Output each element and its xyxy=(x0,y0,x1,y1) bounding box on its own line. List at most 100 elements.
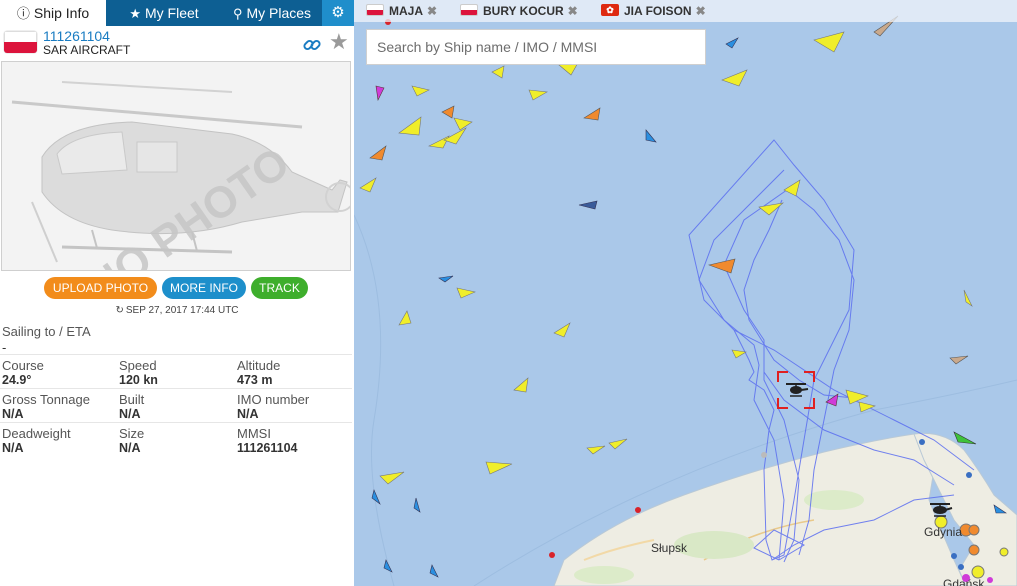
vessel-marker[interactable] xyxy=(963,289,973,307)
vessel-marker[interactable] xyxy=(731,349,747,359)
settings-button[interactable]: ⚙ xyxy=(322,0,354,26)
vessel-marker[interactable] xyxy=(443,127,467,145)
more-info-button[interactable]: MORE INFO xyxy=(162,277,246,299)
vessel-id[interactable]: 111261104 xyxy=(43,28,110,44)
vessel-marker[interactable] xyxy=(813,31,845,53)
vessel-marker[interactable] xyxy=(453,117,473,131)
course-cell: Course 24.9° xyxy=(2,358,44,387)
panel-tabs: ⓘ Ship Info ★ My Fleet ⚲ My Places ⚙ xyxy=(0,0,354,26)
map-marker-icon: ⚲ xyxy=(232,6,243,21)
pinned-vessel-name: BURY KOCUR xyxy=(483,4,564,18)
vessel-marker[interactable] xyxy=(491,65,505,79)
upload-photo-button[interactable]: UPLOAD PHOTO xyxy=(44,277,157,299)
timestamp-text: SEP 27, 2017 17:44 UTC xyxy=(125,305,239,316)
vessel-marker[interactable] xyxy=(398,116,422,136)
port-marker[interactable] xyxy=(987,577,993,583)
vessel-marker[interactable] xyxy=(428,135,450,149)
action-buttons: UPLOAD PHOTO MORE INFO TRACK xyxy=(0,277,354,299)
vessel-marker[interactable] xyxy=(586,445,606,455)
vessel-marker[interactable] xyxy=(953,431,977,445)
vessel-marker[interactable] xyxy=(369,145,387,161)
vessel-marker[interactable] xyxy=(578,200,598,210)
altitude-cell: Altitude 473 m xyxy=(237,358,280,387)
deadweight-label: Deadweight xyxy=(2,426,71,441)
vessel-marker[interactable] xyxy=(721,69,748,87)
link-icon[interactable] xyxy=(303,36,321,54)
port-marker[interactable] xyxy=(635,507,641,513)
vessel-marker[interactable] xyxy=(553,322,571,338)
port-marker[interactable] xyxy=(919,439,925,445)
info-icon: ⓘ xyxy=(16,6,30,21)
coastline-land xyxy=(553,433,967,586)
history-clock-icon: ↻ xyxy=(115,305,124,316)
poland-flag-icon xyxy=(4,31,37,53)
pinned-vessel-tab[interactable]: ✿ JIA FOISON ✖ xyxy=(601,2,706,20)
port-marker[interactable] xyxy=(968,544,980,556)
vessel-marker[interactable] xyxy=(949,355,969,365)
vessel-marker[interactable] xyxy=(528,89,548,101)
gross-tonnage-cell: Gross Tonnage N/A xyxy=(2,392,90,421)
tab-my-fleet-label: My Fleet xyxy=(144,5,199,21)
vessel-marker[interactable] xyxy=(513,377,529,393)
track-button[interactable]: TRACK xyxy=(251,277,308,299)
vessel-marker[interactable] xyxy=(783,179,801,197)
course-value: 24.9° xyxy=(2,373,32,387)
vessel-marker[interactable] xyxy=(359,177,377,193)
tab-ship-info[interactable]: ⓘ Ship Info xyxy=(0,0,106,26)
vessel-marker[interactable] xyxy=(707,258,736,274)
vessel-header: 111261104 SAR AIRCRAFT ★ xyxy=(0,26,354,60)
vessel-marker[interactable] xyxy=(583,107,601,121)
vessel-marker[interactable] xyxy=(379,471,405,485)
position-timestamp: ↻ SEP 27, 2017 17:44 UTC xyxy=(0,305,354,316)
vessel-marker[interactable] xyxy=(371,489,381,505)
port-marker[interactable] xyxy=(999,547,1009,557)
map-canvas[interactable] xyxy=(354,0,1017,586)
close-icon[interactable]: ✖ xyxy=(427,4,437,18)
vessel-marker[interactable] xyxy=(456,287,476,299)
built-value: N/A xyxy=(119,407,141,421)
course-label: Course xyxy=(2,358,44,373)
vessel-marker[interactable] xyxy=(608,438,628,450)
close-icon[interactable]: ✖ xyxy=(568,4,578,18)
speed-label: Speed xyxy=(119,358,157,373)
altitude-label: Altitude xyxy=(237,358,281,373)
poland-flag-icon xyxy=(366,4,384,16)
vessel-marker[interactable] xyxy=(375,85,385,101)
vessel-search-input[interactable] xyxy=(366,29,706,65)
close-icon[interactable]: ✖ xyxy=(696,4,706,18)
map-view[interactable]: MAJA✖ BURY KOCUR✖ ✿JIA FOISON✖ Słupsk Gd… xyxy=(354,0,1017,586)
port-marker[interactable] xyxy=(951,553,957,559)
gross-tonnage-label: Gross Tonnage xyxy=(2,392,90,407)
tab-my-fleet[interactable]: ★ My Fleet xyxy=(106,0,222,26)
mmsi-label: MMSI xyxy=(237,426,271,441)
imo-number-label: IMO number xyxy=(237,392,310,407)
port-marker[interactable] xyxy=(968,524,980,536)
imo-number-value: N/A xyxy=(237,407,259,421)
favorite-star-icon[interactable]: ★ xyxy=(329,31,349,53)
vessel-marker[interactable] xyxy=(438,275,454,283)
sailing-to-value: - xyxy=(2,340,7,355)
detail-row: Course 24.9° Speed 120 kn Altitude 473 m xyxy=(0,354,352,388)
port-marker[interactable] xyxy=(549,552,555,558)
port-marker[interactable] xyxy=(761,452,767,458)
built-cell: Built N/A xyxy=(119,392,144,421)
vessel-marker[interactable] xyxy=(758,202,785,216)
detail-row: Gross Tonnage N/A Built N/A IMO number N/A xyxy=(0,388,352,422)
vessel-marker[interactable] xyxy=(429,564,439,578)
vessel-marker[interactable] xyxy=(725,37,739,49)
hong-kong-flag-icon: ✿ xyxy=(601,4,619,16)
vessel-marker[interactable] xyxy=(411,85,430,97)
pinned-vessel-tab[interactable]: BURY KOCUR ✖ xyxy=(460,2,578,20)
port-marker[interactable] xyxy=(958,564,964,570)
vessel-marker[interactable] xyxy=(441,105,455,119)
tab-my-places[interactable]: ⚲ My Places xyxy=(222,0,322,26)
vessel-marker[interactable] xyxy=(485,461,513,475)
port-marker[interactable] xyxy=(966,472,972,478)
pinned-vessel-tab[interactable]: MAJA ✖ xyxy=(366,2,437,20)
vessel-photo-placeholder: NO PHOTO xyxy=(1,61,351,271)
vessel-type: SAR AIRCRAFT xyxy=(43,43,131,57)
pinned-vessel-name: MAJA xyxy=(389,4,424,18)
vessel-marker[interactable] xyxy=(413,497,421,513)
vessel-marker[interactable] xyxy=(398,310,412,326)
vessel-marker[interactable] xyxy=(645,129,657,143)
